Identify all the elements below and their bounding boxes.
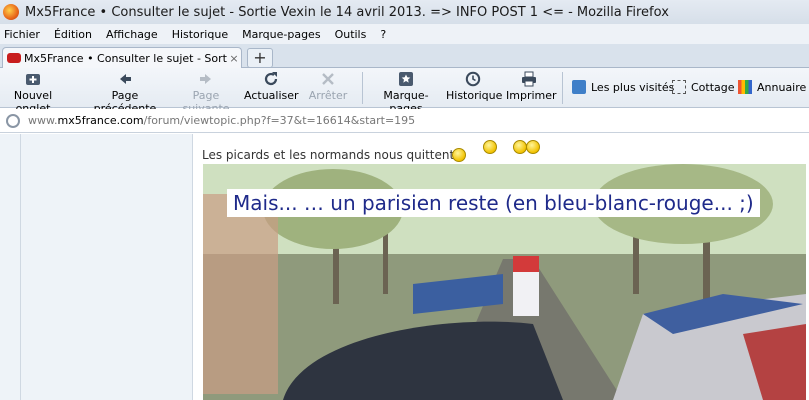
stop-label: Arrêter bbox=[308, 89, 348, 102]
navigation-toolbar: Nouvel onglet Page précédente Page suiva… bbox=[0, 68, 809, 115]
menu-help[interactable]: ? bbox=[380, 28, 386, 41]
smileys-group bbox=[450, 136, 550, 162]
toolbar-separator bbox=[562, 72, 563, 104]
menu-marque-pages[interactable]: Marque-pages bbox=[242, 28, 320, 41]
menu-affichage[interactable]: Affichage bbox=[106, 28, 158, 41]
bookmark-annuaire-label: Annuaire bbox=[757, 80, 807, 94]
url-host: mx5france.com bbox=[57, 114, 144, 127]
print-button[interactable]: Imprimer bbox=[506, 71, 557, 102]
bookmark-most-visited-label: Les plus visités bbox=[591, 80, 675, 94]
history-label: Historique bbox=[446, 89, 503, 102]
globe-icon bbox=[6, 113, 20, 128]
menu-bar: Fichier Édition Affichage Historique Mar… bbox=[0, 24, 809, 44]
page-content: Les picards et les normands nous quitten… bbox=[0, 134, 809, 400]
firefox-logo-icon bbox=[3, 4, 19, 20]
mx5-favicon-icon bbox=[7, 53, 21, 63]
post-text: Les picards et les normands nous quitten… bbox=[202, 148, 455, 162]
smiley-beer-icon bbox=[513, 140, 527, 154]
smiley-face-icon bbox=[526, 140, 540, 154]
history-button[interactable]: Historique bbox=[446, 71, 503, 102]
smiley-cheers-icon bbox=[483, 140, 497, 154]
bookmark-most-visited[interactable]: Les plus visités bbox=[572, 80, 674, 94]
menu-outils[interactable]: Outils bbox=[335, 28, 367, 41]
close-tab-icon[interactable]: × bbox=[227, 52, 241, 65]
bookmark-annuaire[interactable]: Annuaire bbox=[738, 80, 806, 94]
printer-icon bbox=[521, 71, 537, 87]
reload-label: Actualiser bbox=[244, 89, 299, 102]
stop-button[interactable]: Arrêter bbox=[304, 71, 352, 102]
forward-arrow-icon bbox=[198, 71, 214, 87]
menu-historique[interactable]: Historique bbox=[172, 28, 228, 41]
new-tab-button[interactable]: + bbox=[247, 48, 273, 68]
most-visited-icon bbox=[572, 80, 586, 94]
url-text[interactable]: www.mx5france.com/forum/viewtopic.php?f=… bbox=[28, 114, 415, 127]
smiley-wave-icon bbox=[452, 148, 466, 162]
star-icon bbox=[398, 71, 414, 87]
stop-x-icon bbox=[320, 71, 336, 87]
menu-fichier[interactable]: Fichier bbox=[4, 28, 40, 41]
url-prefix: www. bbox=[28, 114, 58, 127]
location-bar[interactable]: www.mx5france.com/forum/viewtopic.php?f=… bbox=[0, 109, 809, 133]
page-icon bbox=[672, 80, 686, 94]
toolbar-separator bbox=[362, 72, 363, 104]
photo-caption: Mais... … un parisien reste (en bleu-bla… bbox=[227, 189, 760, 217]
bookmark-cottage-label: Cottage bbox=[691, 80, 735, 94]
left-column bbox=[0, 134, 193, 400]
annuaire-icon bbox=[738, 80, 752, 94]
window-title: Mx5France • Consulter le sujet - Sortie … bbox=[25, 4, 669, 20]
back-arrow-icon bbox=[117, 71, 133, 87]
tab-strip: Mx5France • Consulter le sujet - Sortie … bbox=[0, 44, 809, 68]
new-tab-icon bbox=[25, 71, 41, 87]
bookmark-cottage[interactable]: Cottage bbox=[672, 80, 735, 94]
window-titlebar: Mx5France • Consulter le sujet - Sortie … bbox=[0, 0, 809, 24]
reload-icon bbox=[263, 71, 279, 87]
reload-button[interactable]: Actualiser bbox=[244, 71, 299, 102]
tab-mx5france[interactable]: Mx5France • Consulter le sujet - Sortie … bbox=[2, 47, 242, 68]
clock-icon bbox=[465, 71, 481, 87]
menu-edition[interactable]: Édition bbox=[54, 28, 92, 41]
url-path: /forum/viewtopic.php?f=37&t=16614&start=… bbox=[143, 114, 416, 127]
print-label: Imprimer bbox=[506, 89, 557, 102]
column-divider bbox=[20, 134, 21, 400]
tab-label: Mx5France • Consulter le sujet - Sortie … bbox=[24, 51, 227, 65]
post-photo: Mais... … un parisien reste (en bleu-bla… bbox=[203, 164, 806, 400]
